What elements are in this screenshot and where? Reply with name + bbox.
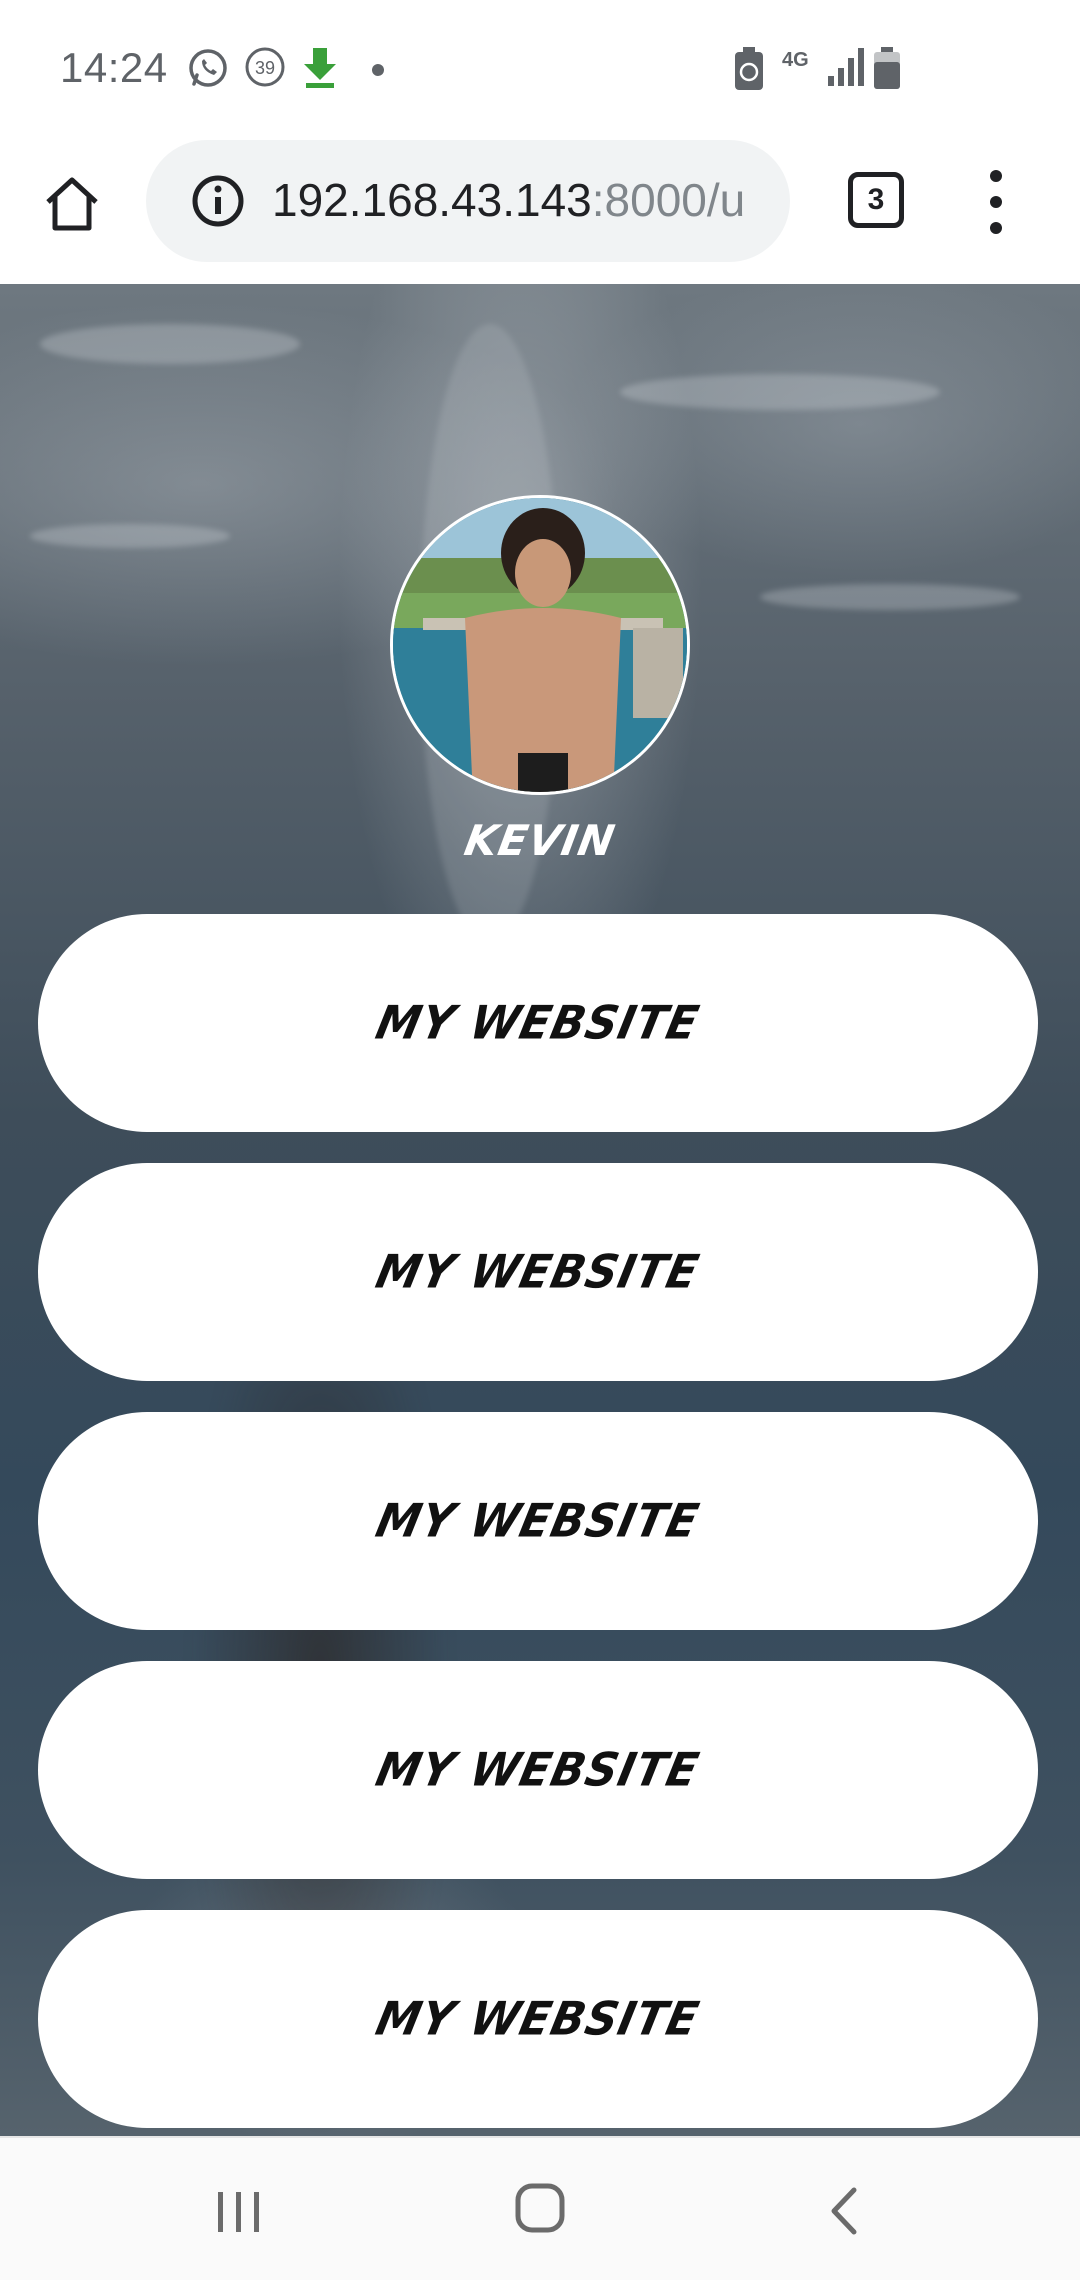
system-nav-bar bbox=[0, 2136, 1080, 2280]
link-button-label: MY WEBSITE bbox=[371, 1245, 705, 1299]
recents-icon[interactable] bbox=[212, 2190, 266, 2234]
notification-count: 39 bbox=[255, 58, 275, 78]
link-button-label: MY WEBSITE bbox=[371, 1992, 705, 2046]
avatar bbox=[390, 495, 690, 795]
address-bar[interactable]: 192.168.43.143:8000/u bbox=[146, 140, 790, 262]
home-icon[interactable] bbox=[40, 172, 104, 236]
back-icon[interactable] bbox=[824, 2186, 864, 2236]
background-texture bbox=[760, 584, 1020, 610]
link-button-label: MY WEBSITE bbox=[371, 1494, 705, 1548]
link-button[interactable]: MY WEBSITE bbox=[38, 1163, 1038, 1381]
background-texture bbox=[30, 524, 230, 548]
network-type: 4G bbox=[782, 49, 809, 71]
notification-count-icon: 39 bbox=[245, 47, 285, 87]
tab-switcher-button[interactable]: 3 bbox=[848, 172, 904, 228]
signal-icon bbox=[828, 48, 864, 86]
more-vert-icon[interactable] bbox=[976, 168, 1016, 236]
whatsapp-icon bbox=[189, 49, 227, 87]
link-button[interactable]: MY WEBSITE bbox=[38, 1910, 1038, 2128]
battery-saver-icon bbox=[735, 47, 763, 90]
battery-icon bbox=[874, 47, 900, 89]
info-icon[interactable] bbox=[190, 173, 246, 229]
link-button[interactable]: MY WEBSITE bbox=[38, 1661, 1038, 1879]
avatar-image bbox=[393, 498, 687, 792]
profile-name: KEVIN bbox=[460, 816, 620, 865]
url-rest: :8000/u bbox=[591, 174, 746, 226]
page-content: KEVIN MY WEBSITE MY WEBSITE MY WEBSITE M… bbox=[0, 284, 1080, 2136]
browser-toolbar: 192.168.43.143:8000/u 3 bbox=[0, 140, 1080, 284]
background-texture bbox=[40, 324, 300, 364]
link-button[interactable]: MY WEBSITE bbox=[38, 914, 1038, 1132]
download-icon bbox=[304, 48, 336, 88]
url-host: 192.168.43.143 bbox=[272, 174, 592, 226]
link-button-label: MY WEBSITE bbox=[371, 1743, 705, 1797]
link-button[interactable]: MY WEBSITE bbox=[38, 1412, 1038, 1630]
dot-icon bbox=[372, 64, 384, 76]
status-time: 14:24 bbox=[60, 44, 168, 91]
screen: 14:24 39 4G 192.168.43.143:8000/u 3 KEVI… bbox=[0, 0, 1080, 2280]
link-button-label: MY WEBSITE bbox=[371, 996, 705, 1050]
background-texture bbox=[620, 374, 940, 410]
status-bar: 14:24 39 4G bbox=[0, 0, 1080, 140]
home-circle-icon[interactable] bbox=[514, 2182, 566, 2234]
url-text[interactable]: 192.168.43.143:8000/u bbox=[272, 170, 772, 230]
